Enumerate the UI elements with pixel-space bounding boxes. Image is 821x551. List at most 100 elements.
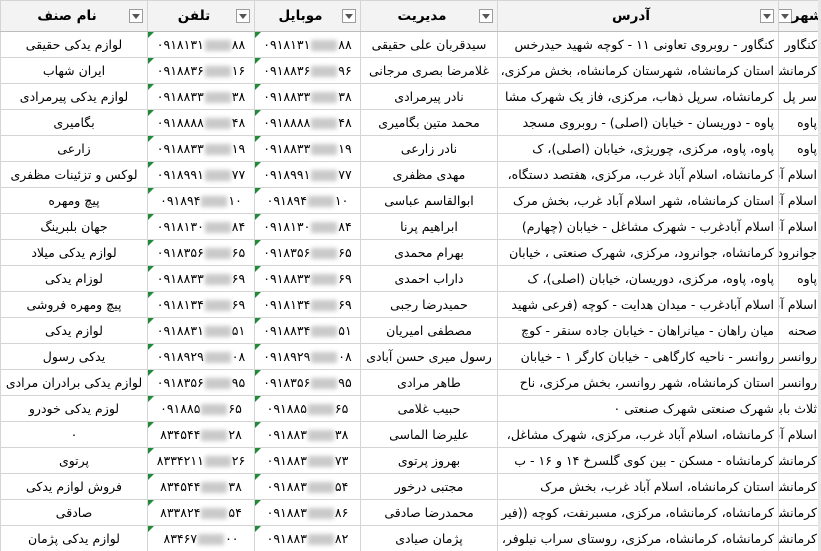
cell-name[interactable]: صادقی — [0, 499, 148, 526]
cell-name[interactable]: فروش لوازم یدکی — [0, 473, 148, 500]
cell-mobile[interactable]: ۰۹۱۸۱۳۱ ۸۸ — [254, 31, 361, 58]
cell-city[interactable]: کنگاور — [778, 31, 821, 58]
cell-name[interactable]: لوازم یدکی پژمان — [0, 525, 148, 551]
cell-name[interactable]: لوازم یدکی برادران مرادی — [0, 369, 148, 396]
cell-phone[interactable]: ۸۳۴۵۴۴ ۳۸ — [147, 473, 255, 500]
cell-address[interactable]: اسلام آبادغرب - میدان هدایت - کوچه (فرعی… — [497, 291, 779, 318]
filter-dropdown-icon[interactable] — [779, 9, 792, 23]
cell-mobile[interactable]: ۰۹۱۸۸۳ ۸۲ — [254, 525, 361, 551]
cell-mobile[interactable]: ۰۹۱۸۸۳۴ ۵۱ — [254, 317, 361, 344]
cell-address[interactable]: کرمانشاه، کرمانشاه، مرکزی، مسبرنفت، کوچه… — [497, 499, 779, 526]
cell-address[interactable]: کنگاور - روبروی تعاونی ۱۱ - کوچه شهید حی… — [497, 31, 779, 58]
cell-mobile[interactable]: ۰۹۱۸۹۹۱ ۷۷ — [254, 161, 361, 188]
cell-address[interactable]: میان راهان - میانراهان - خیابان جاده سنق… — [497, 317, 779, 344]
cell-phone[interactable]: ۰۹۱۸۳۵۶ ۶۵ — [147, 239, 255, 266]
cell-mobile[interactable]: ۰۹۱۸۸۵ ۶۵ — [254, 395, 361, 422]
cell-phone[interactable]: ۰۹۱۸۸۳۶ ۱۶ — [147, 57, 255, 84]
cell-name[interactable]: لوازم یدکی میلاد — [0, 239, 148, 266]
cell-address[interactable]: کرمانشاه - مسکن - بین کوی گلسرخ ۱۴ و ۱۶ … — [497, 447, 779, 474]
cell-address[interactable]: استان کرمانشاه، شهر اسلام آباد غرب، بخش … — [497, 187, 779, 214]
cell-address[interactable]: استان کرمانشاه، شهرستان کرمانشاه، بخش مر… — [497, 57, 779, 84]
cell-phone[interactable]: ۰۹۱۸۸۸۸ ۴۸ — [147, 109, 255, 136]
cell-address[interactable]: پاوه - دوریسان - خیابان (اصلی) - روبروی … — [497, 109, 779, 136]
cell-manager[interactable]: محمدرضا صادقی — [360, 499, 498, 526]
cell-mobile[interactable]: ۰۹۱۸۸۳ ۷۳ — [254, 447, 361, 474]
cell-manager[interactable]: رسول میری حسن آبادی — [360, 343, 498, 370]
cell-city[interactable]: اسلام آبا — [778, 161, 821, 188]
cell-manager[interactable]: پژمان صیادی — [360, 525, 498, 551]
cell-phone[interactable]: ۰۹۱۸۱۳۱ ۸۸ — [147, 31, 255, 58]
cell-city[interactable]: کرمانشاه — [778, 57, 821, 84]
cell-manager[interactable]: حبیب غلامی — [360, 395, 498, 422]
cell-name[interactable]: لوزم یدکی خودرو — [0, 395, 148, 422]
cell-name[interactable]: لوازم یدکی — [0, 317, 148, 344]
cell-manager[interactable]: علیرضا الماسی — [360, 421, 498, 448]
cell-name[interactable]: جهان بلبرینگ — [0, 213, 148, 240]
cell-address[interactable]: استان کرمانشاه، شهر روانسر، بخش مرکزی، ن… — [497, 369, 779, 396]
cell-phone[interactable]: ۰۹۱۸۱۳۰ ۸۴ — [147, 213, 255, 240]
filter-dropdown-icon[interactable] — [342, 9, 356, 23]
cell-phone[interactable]: ۰۹۱۸۸۵ ۶۵ — [147, 395, 255, 422]
cell-mobile[interactable]: ۰۹۱۸۳۵۶ ۶۵ — [254, 239, 361, 266]
cell-phone[interactable]: ۸۳۴۶۷ ۰۰ — [147, 525, 255, 551]
cell-phone[interactable]: ۸۳۳۴۲۱۱ ۲۶ — [147, 447, 255, 474]
cell-name[interactable]: زارعی — [0, 135, 148, 162]
cell-manager[interactable]: سیدقربان علی حقیقی — [360, 31, 498, 58]
cell-mobile[interactable]: ۰۹۱۸۱۳۴ ۶۹ — [254, 291, 361, 318]
cell-address[interactable]: روانسر - ناحیه کارگاهی - خیابان کارگر ۱ … — [497, 343, 779, 370]
cell-manager[interactable]: غلامرضا بصری مرجانی — [360, 57, 498, 84]
filter-dropdown-icon[interactable] — [236, 9, 250, 23]
cell-address[interactable]: کرمانشاه، کرمانشاه، مرکزی، روستای سراب ن… — [497, 525, 779, 551]
cell-city[interactable]: پاوه — [778, 109, 821, 136]
cell-address[interactable]: کرمانشاه، اسلام آباد غرب، مرکزی، هفتصد د… — [497, 161, 779, 188]
cell-manager[interactable]: ابوالقاسم عباسی — [360, 187, 498, 214]
cell-phone[interactable]: ۰۹۱۸۸۳۳ ۶۹ — [147, 265, 255, 292]
cell-name[interactable]: پرتوی — [0, 447, 148, 474]
filter-dropdown-icon[interactable] — [760, 9, 774, 23]
cell-manager[interactable]: محمد متین بگامیری — [360, 109, 498, 136]
cell-address[interactable]: کرمانشاه، سرپل ذهاب، مرکزی، فاز یک شهرک … — [497, 83, 779, 110]
cell-name[interactable]: بگامیری — [0, 109, 148, 136]
cell-mobile[interactable]: ۰۹۱۸۸۳ ۳۸ — [254, 421, 361, 448]
cell-city[interactable]: صحنه — [778, 317, 821, 344]
cell-city[interactable]: کرمانشاه — [778, 499, 821, 526]
cell-address[interactable]: پاوه، پاوه، مرکزی، چوریژی، خیابان (اصلی)… — [497, 135, 779, 162]
cell-name[interactable]: ایران شهاب — [0, 57, 148, 84]
cell-city[interactable]: اسلام آبا — [778, 187, 821, 214]
cell-phone[interactable]: ۰۹۱۸۳۵۶ ۹۵ — [147, 369, 255, 396]
cell-city[interactable]: کرمانشاه — [778, 525, 821, 551]
cell-city[interactable]: جوانرود — [778, 239, 821, 266]
cell-mobile[interactable]: ۰۹۱۸۸۳۳ ۳۸ — [254, 83, 361, 110]
filter-dropdown-icon[interactable] — [479, 9, 493, 23]
cell-manager[interactable]: مهدی مظفری — [360, 161, 498, 188]
cell-city[interactable]: روانسر — [778, 369, 821, 396]
cell-manager[interactable]: حمیدرضا رجبی — [360, 291, 498, 318]
cell-mobile[interactable]: ۰۹۱۸۸۳ ۸۶ — [254, 499, 361, 526]
cell-address[interactable]: استان کرمانشاه، اسلام آباد غرب، بخش مرک — [497, 473, 779, 500]
cell-address[interactable]: اسلام آبادغرب - شهرک مشاغل - خیابان (چها… — [497, 213, 779, 240]
cell-city[interactable]: کرمانشاه — [778, 473, 821, 500]
cell-city[interactable]: روانسر — [778, 343, 821, 370]
cell-phone[interactable]: ۰۹۱۸۸۳۳ ۱۹ — [147, 135, 255, 162]
cell-phone[interactable]: ۰۹۱۸۹۲۹ ۰۸ — [147, 343, 255, 370]
cell-phone[interactable]: ۰۹۱۸۸۳۱ ۵۱ — [147, 317, 255, 344]
cell-city[interactable]: اسلام آبا — [778, 213, 821, 240]
cell-name[interactable]: لوازم یدکی پیرمرادی — [0, 83, 148, 110]
cell-city[interactable]: اسلام آبا — [778, 291, 821, 318]
cell-manager[interactable]: نادر زارعی — [360, 135, 498, 162]
cell-mobile[interactable]: ۰۹۱۸۹۲۹ ۰۸ — [254, 343, 361, 370]
cell-manager[interactable]: مجتبی درخور — [360, 473, 498, 500]
cell-name[interactable]: لوزام یدکی — [0, 265, 148, 292]
cell-address[interactable]: پاوه، پاوه، مرکزی، دوریسان، خیابان (اصلی… — [497, 265, 779, 292]
cell-manager[interactable]: داراب احمدی — [360, 265, 498, 292]
cell-phone[interactable]: ۰۹۱۸۹۴ ۱۰ — [147, 187, 255, 214]
cell-name[interactable]: لوکس و تزئینات مظفری — [0, 161, 148, 188]
cell-city[interactable]: سر پل ذ — [778, 83, 821, 110]
cell-manager[interactable]: بهرام محمدی — [360, 239, 498, 266]
cell-mobile[interactable]: ۰۹۱۸۸۳۶ ۹۶ — [254, 57, 361, 84]
cell-manager[interactable]: مصطفی امیریان — [360, 317, 498, 344]
cell-manager[interactable]: نادر پیرمرادی — [360, 83, 498, 110]
cell-mobile[interactable]: ۰۹۱۸۸۸۸ ۴۸ — [254, 109, 361, 136]
cell-name[interactable]: پیچ ومهره فروشی — [0, 291, 148, 318]
cell-manager[interactable]: طاهر مرادی — [360, 369, 498, 396]
